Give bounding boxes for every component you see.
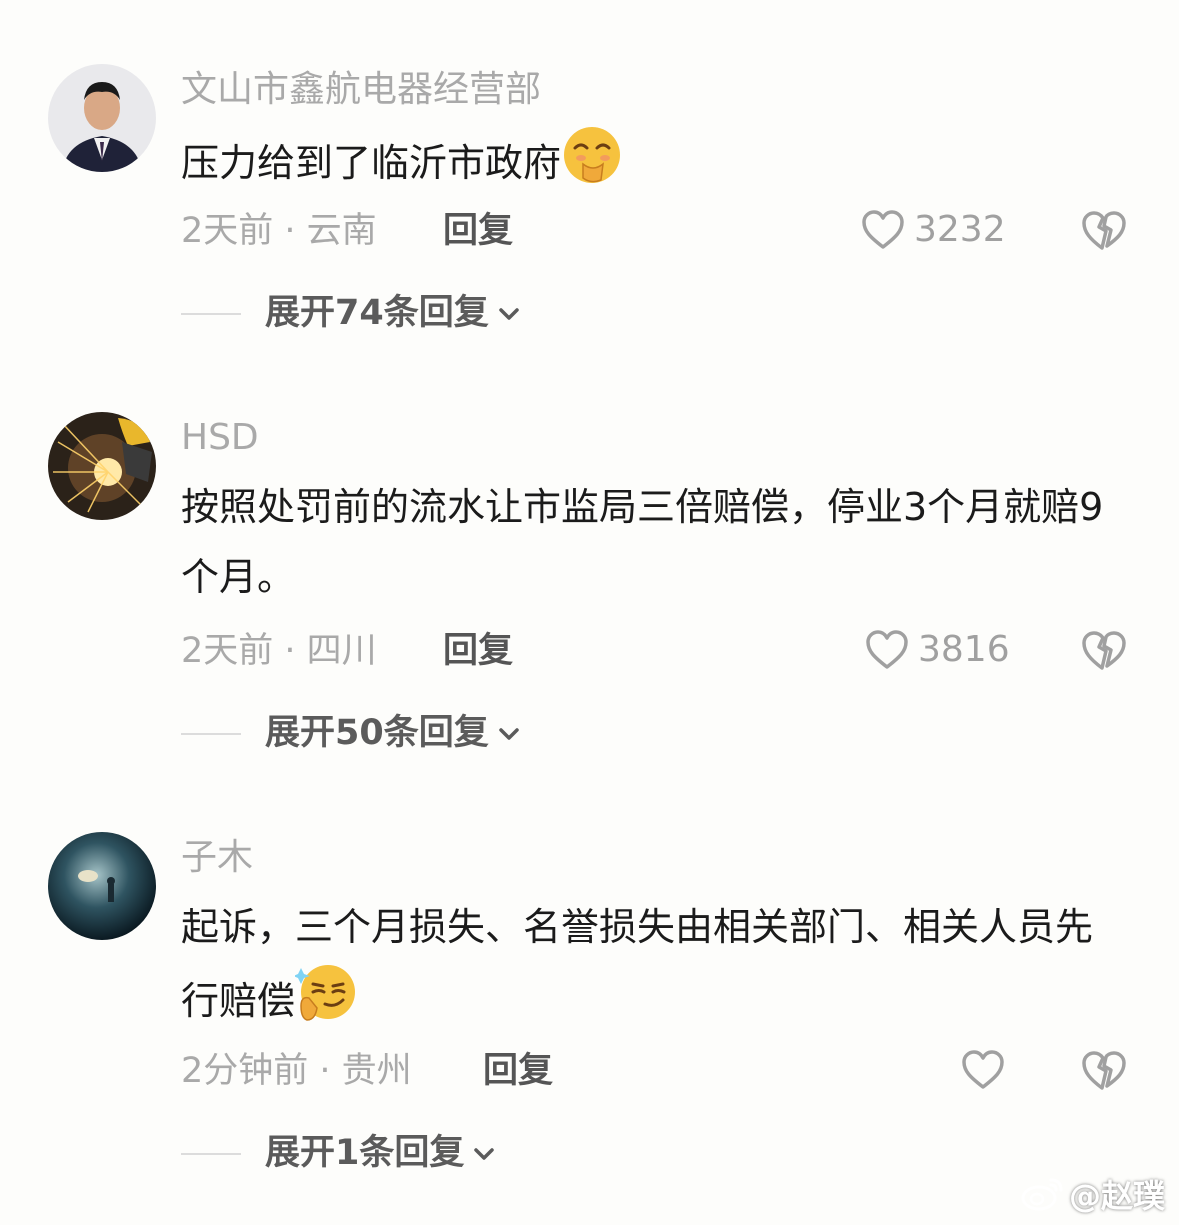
divider-line <box>181 732 241 735</box>
expand-replies-label: 展开50条回复 <box>265 713 489 753</box>
broken-heart-icon <box>1082 631 1126 670</box>
reply-button[interactable]: 回复 <box>443 634 513 669</box>
avatar[interactable] <box>48 412 156 520</box>
like-button[interactable] <box>960 1049 1006 1091</box>
comment-text-content: 压力给到了临沂市政府 <box>181 141 562 185</box>
reply-button[interactable]: 回复 <box>483 1054 553 1089</box>
like-button[interactable]: 3816 <box>864 629 1010 671</box>
chevron-down-icon <box>498 727 519 740</box>
thinking-smirk-emoji <box>295 965 356 1021</box>
heart-outline-icon <box>862 210 904 249</box>
expand-replies-label: 展开74条回复 <box>265 293 489 333</box>
comment-meta: 2天前 · 云南 <box>181 211 377 251</box>
smirk-hand-emoji <box>564 127 621 183</box>
weibo-logo-icon <box>1021 1178 1063 1211</box>
expand-replies-label: 展开1条回复 <box>265 1133 465 1173</box>
comment-text: 起诉，三个月损失、名誉损失由相关部门、相关人员先行赔偿 <box>181 892 1121 1036</box>
divider-line <box>181 1152 241 1155</box>
heart-outline-icon <box>962 1050 1004 1089</box>
expand-replies-button[interactable]: 展开1条回复 <box>181 1136 496 1171</box>
avatar[interactable] <box>48 64 156 172</box>
like-count: 3232 <box>914 209 1006 250</box>
expand-replies-button[interactable]: 展开50条回复 <box>181 716 521 751</box>
reply-button[interactable]: 回复 <box>443 214 513 249</box>
avatar[interactable] <box>48 832 156 940</box>
comment-text: 压力给到了临沂市政府 <box>181 124 1121 198</box>
comment-meta: 2天前 · 四川 <box>181 631 377 671</box>
broken-heart-icon <box>1082 211 1126 250</box>
chevron-down-icon <box>474 1147 495 1160</box>
weibo-watermark: @赵璞 <box>1021 1171 1165 1217</box>
comment-meta: 2分钟前 · 贵州 <box>181 1051 412 1091</box>
like-button[interactable]: 3232 <box>860 209 1006 251</box>
dislike-button[interactable] <box>1080 210 1128 256</box>
divider-line <box>181 312 241 315</box>
heart-outline-icon <box>866 630 908 669</box>
chevron-down-icon <box>498 307 519 320</box>
dislike-button[interactable] <box>1080 630 1128 676</box>
dislike-button[interactable] <box>1080 1050 1128 1096</box>
like-count: 3816 <box>918 629 1010 670</box>
broken-heart-icon <box>1082 1051 1126 1090</box>
username[interactable]: 文山市鑫航电器经营部 <box>181 72 541 108</box>
username[interactable]: HSD <box>181 420 259 456</box>
username[interactable]: 子木 <box>181 840 253 876</box>
watermark-text: @赵璞 <box>1068 1177 1165 1215</box>
comment-text: 按照处罚前的流水让市监局三倍赔偿，停业3个月就赔9个月。 <box>181 485 1104 599</box>
expand-replies-button[interactable]: 展开74条回复 <box>181 296 521 331</box>
